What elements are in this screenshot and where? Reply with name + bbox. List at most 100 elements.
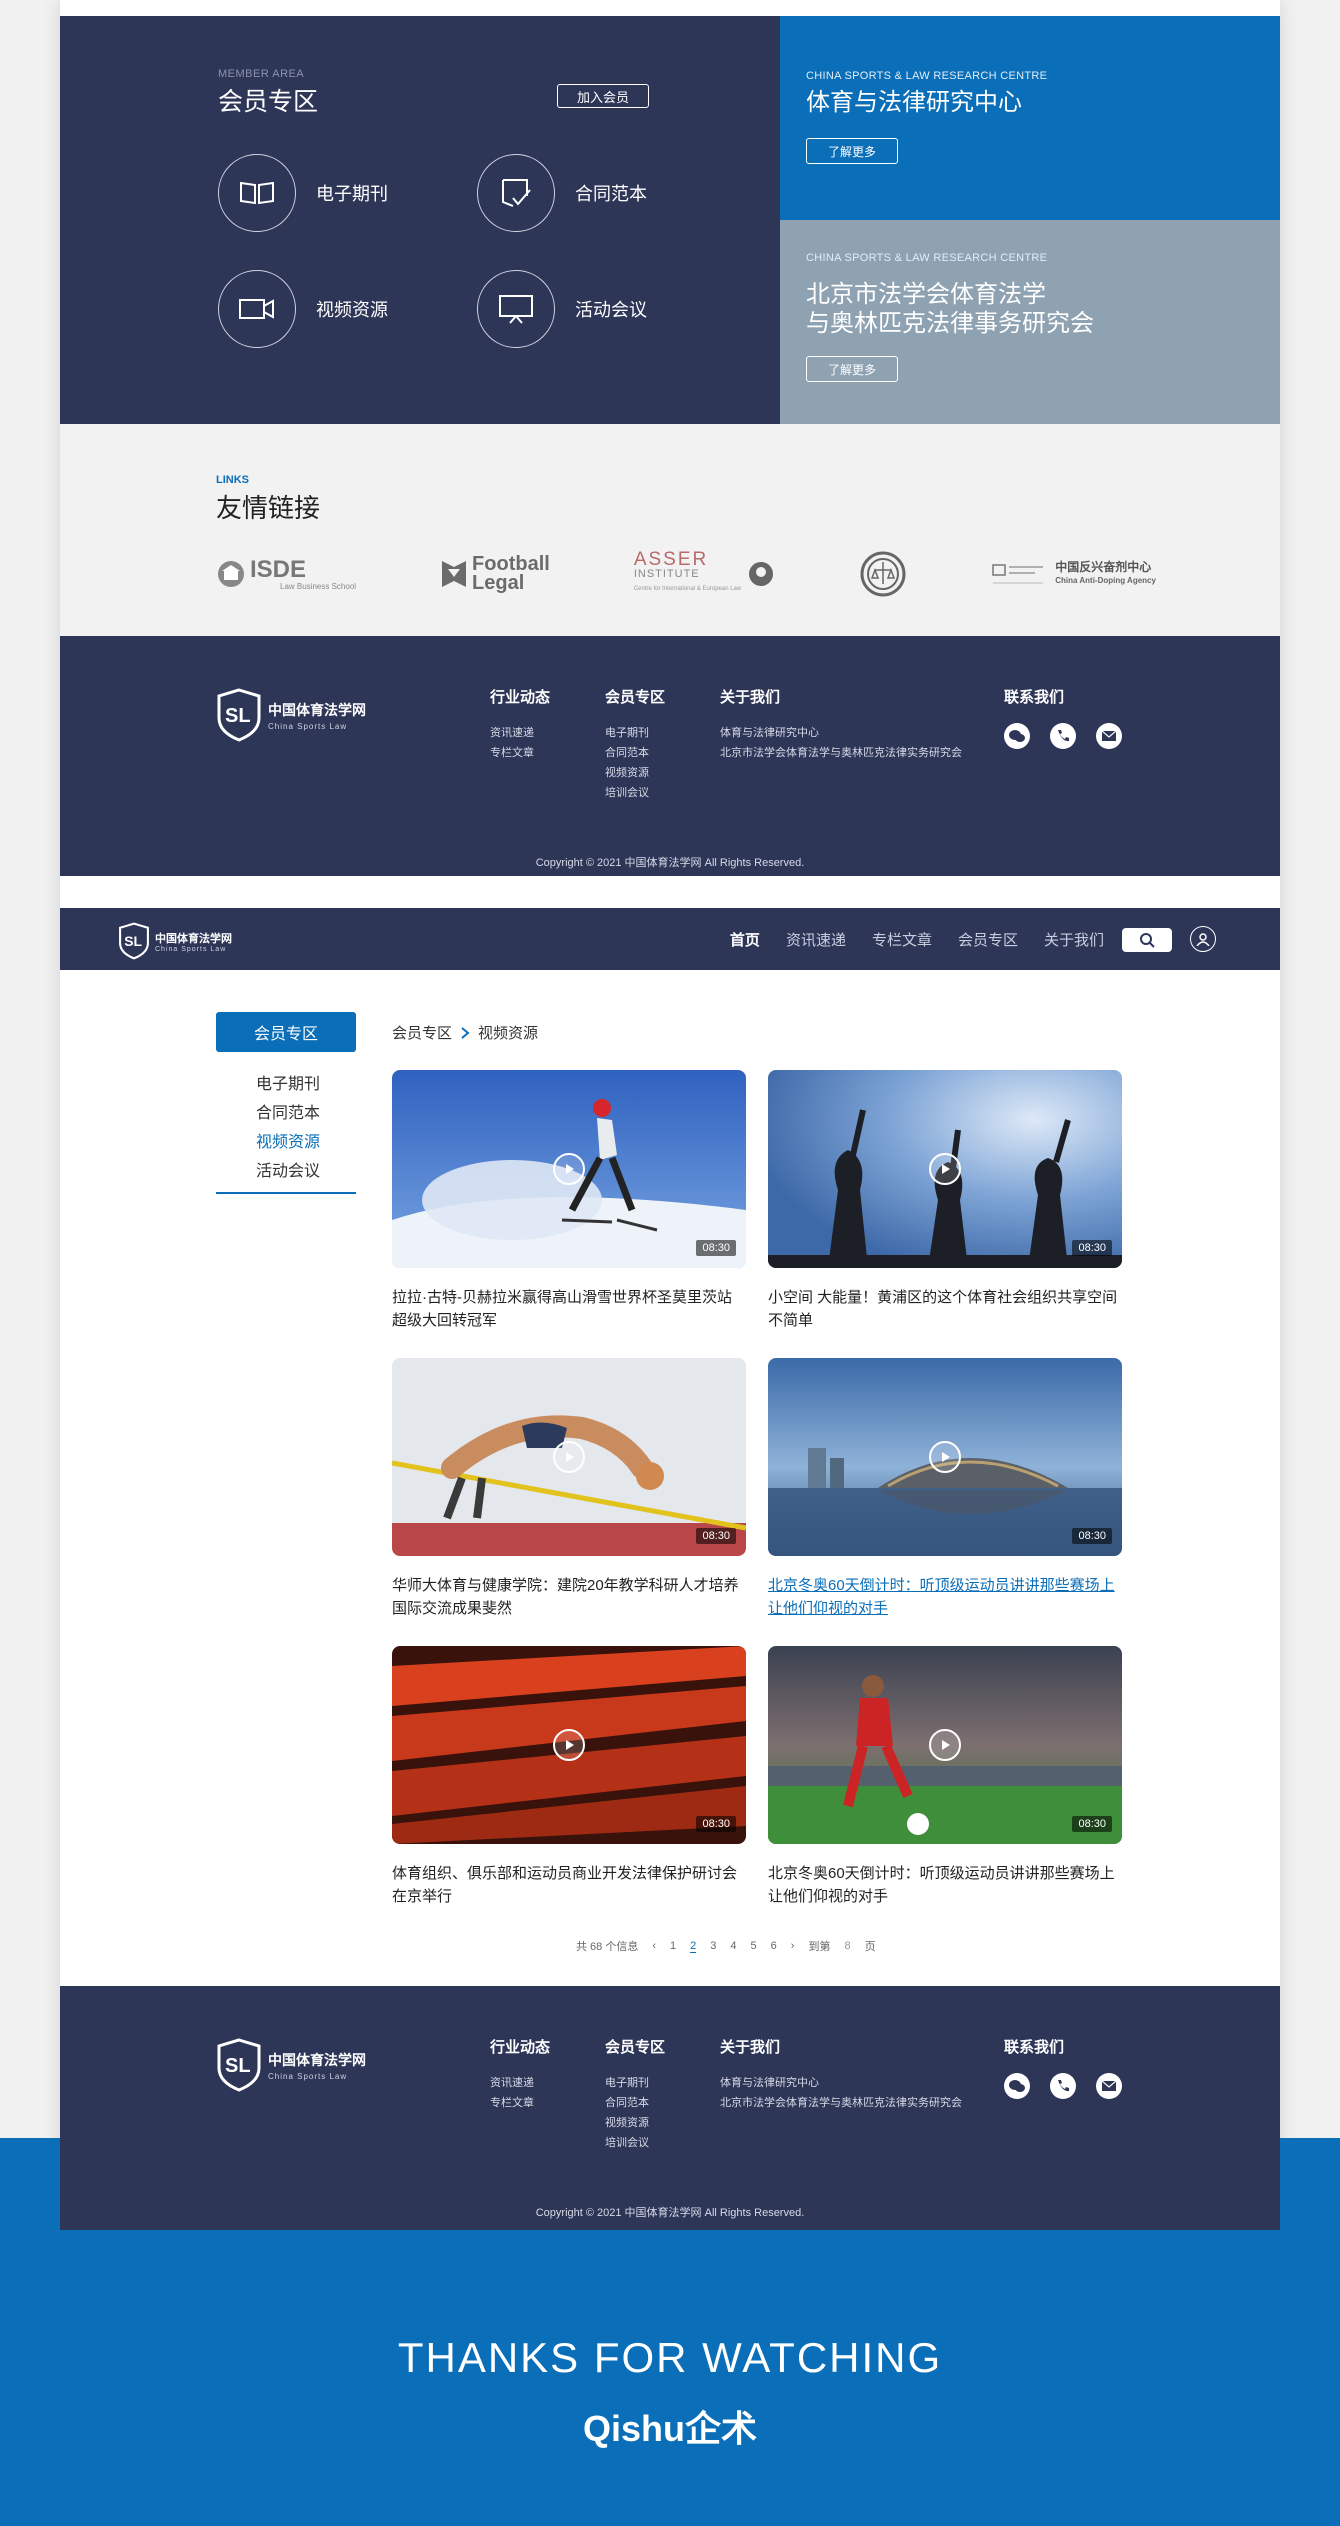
video-thumbnail[interactable]: 08:30 <box>392 1646 746 1844</box>
video-title[interactable]: 北京冬奥60天倒计时：听顶级运动员讲讲那些赛场上让他们仰视的对手 <box>768 1574 1122 1620</box>
footer-logo[interactable]: SL 中国体育法学网 China Sports Law <box>216 688 366 742</box>
video-thumbnail[interactable]: 08:30 <box>392 1358 746 1556</box>
pagination-page[interactable]: 4 <box>730 1940 736 1952</box>
footer-link[interactable]: 体育与法律研究中心 <box>720 723 962 743</box>
pagination-total: 共 68 个信息 <box>576 1941 639 1953</box>
video-card[interactable]: 08:30 华师大体育与健康学院：建院20年教学科研人才培养国际交流成果斐然 <box>392 1358 746 1620</box>
play-icon <box>553 1441 585 1473</box>
nav-news[interactable]: 资讯速递 <box>786 929 846 950</box>
nav-home[interactable]: 首页 <box>730 929 760 950</box>
footer-link[interactable]: 视频资源 <box>605 763 665 783</box>
user-button[interactable] <box>1190 926 1216 952</box>
footer-col-member: 会员专区 电子期刊 合同范本 视频资源 培训会议 <box>605 2036 665 2153</box>
brand-logo: Qishu企术 <box>582 2408 757 2449</box>
video-title[interactable]: 拉拉·古特-贝赫拉米赢得高山滑雪世界杯圣莫里茨站超级大回转冠军 <box>392 1286 746 1332</box>
asser-subtitle: Centre for International & European Law <box>633 585 742 592</box>
chinada-en-name: China Anti-Doping Agency <box>1055 576 1156 585</box>
footer-link[interactable]: 资讯速递 <box>490 2073 550 2093</box>
isde-emblem-icon <box>218 561 244 587</box>
wechat-icon[interactable] <box>1004 723 1030 749</box>
member-item-meeting[interactable]: 活动会议 <box>477 270 647 348</box>
video-card[interactable]: 08:30 体育组织、俱乐部和运动员商业开发法律保护研讨会在京举行 <box>392 1646 746 1908</box>
video-card[interactable]: 08:30 北京冬奥60天倒计时：听顶级运动员讲讲那些赛场上让他们仰视的对手 <box>768 1358 1122 1620</box>
sports-law-seal-logo[interactable] <box>859 550 907 598</box>
video-thumbnail[interactable]: 08:30 <box>768 1070 1122 1268</box>
footer-col-about: 关于我们 体育与法律研究中心 北京市法学会体育法学与奥林匹克法律实务研究会 <box>720 686 962 763</box>
nav-member[interactable]: 会员专区 <box>958 929 1018 950</box>
pagination-page[interactable]: 6 <box>771 1940 777 1952</box>
footer-link[interactable]: 合同范本 <box>605 2093 665 2113</box>
footer-link[interactable]: 体育与法律研究中心 <box>720 2073 962 2093</box>
video-thumbnail[interactable]: 08:30 <box>768 1646 1122 1844</box>
footer-col-title: 联系我们 <box>1004 2039 1065 2056</box>
footer-link[interactable]: 北京市法学会体育法学与奥林匹克法律实务研究会 <box>720 2093 962 2113</box>
member-item-video[interactable]: 视频资源 <box>218 270 388 348</box>
footer-col-about: 关于我们 体育与法律研究中心 北京市法学会体育法学与奥林匹克法律实务研究会 <box>720 2036 962 2113</box>
isde-logo[interactable]: ISDE Law Business School <box>216 557 356 591</box>
footer-link[interactable]: 资讯速递 <box>490 723 550 743</box>
member-item-contract[interactable]: 合同范本 <box>477 154 647 232</box>
pagination-prev[interactable]: ‹ <box>652 1940 656 1952</box>
footer-link[interactable]: 合同范本 <box>605 743 665 763</box>
footer-link[interactable]: 电子期刊 <box>605 2073 665 2093</box>
member-item-journal[interactable]: 电子期刊 <box>218 154 388 232</box>
video-title[interactable]: 体育组织、俱乐部和运动员商业开发法律保护研讨会在京举行 <box>392 1862 746 1908</box>
svg-text:SL: SL <box>225 705 251 727</box>
play-icon <box>929 1153 961 1185</box>
footer-link[interactable]: 培训会议 <box>605 783 665 803</box>
video-card[interactable]: 08:30 小空间 大能量！黄浦区的这个体育社会组织共享空间不简单 <box>768 1070 1122 1332</box>
video-thumbnail[interactable]: 08:30 <box>392 1070 746 1268</box>
pagination-goto-label: 到第 <box>808 1941 831 1953</box>
sidebar-item-journal[interactable]: 电子期刊 <box>256 1070 320 1094</box>
breadcrumb-parent[interactable]: 会员专区 <box>392 1022 452 1043</box>
sidebar-item-contract[interactable]: 合同范本 <box>256 1099 320 1123</box>
footer-link[interactable]: 电子期刊 <box>605 723 665 743</box>
video-duration: 08:30 <box>1072 1240 1112 1256</box>
learn-more-button[interactable]: 了解更多 <box>806 138 898 164</box>
footer-link[interactable]: 专栏文章 <box>490 2093 550 2113</box>
video-card[interactable]: 08:30 北京冬奥60天倒计时：听顶级运动员讲讲那些赛场上让他们仰视的对手 <box>768 1646 1122 1908</box>
pagination-page[interactable]: 1 <box>670 1940 676 1952</box>
nav-about[interactable]: 关于我们 <box>1044 929 1104 950</box>
sidebar-item-video[interactable]: 视频资源 <box>256 1128 320 1152</box>
search-button[interactable] <box>1122 928 1172 952</box>
sidebar-item-meeting[interactable]: 活动会议 <box>256 1157 320 1181</box>
footer-col-industry: 行业动态 资讯速递 专栏文章 <box>490 2036 550 2113</box>
research-subtitle: CHINA SPORTS & LAW RESEARCH CENTRE <box>806 252 1048 264</box>
footer-link[interactable]: 培训会议 <box>605 2133 665 2153</box>
email-icon[interactable] <box>1096 723 1122 749</box>
footer-link[interactable]: 北京市法学会体育法学与奥林匹克法律实务研究会 <box>720 743 962 763</box>
footer-link[interactable]: 专栏文章 <box>490 743 550 763</box>
pagination-next[interactable]: › <box>791 1940 795 1952</box>
pagination-page[interactable]: 5 <box>751 1940 757 1952</box>
footer-link[interactable]: 视频资源 <box>605 2113 665 2133</box>
research-centre-panel: CHINA SPORTS & LAW RESEARCH CENTRE 体育与法律… <box>780 16 1280 220</box>
video-card[interactable]: 08:30 拉拉·古特-贝赫拉米赢得高山滑雪世界杯圣莫里茨站超级大回转冠军 <box>392 1070 746 1332</box>
video-title[interactable]: 北京冬奥60天倒计时：听顶级运动员讲讲那些赛场上让他们仰视的对手 <box>768 1862 1122 1908</box>
sidebar-head[interactable]: 会员专区 <box>216 1012 356 1052</box>
pagination-goto-input[interactable]: 8 <box>844 1940 850 1952</box>
football-legal-logo[interactable]: Football Legal <box>440 554 550 593</box>
pagination-page-current[interactable]: 2 <box>690 1940 697 1953</box>
phone-icon[interactable] <box>1050 723 1076 749</box>
email-icon[interactable] <box>1096 2073 1122 2099</box>
nav-logo[interactable]: SL 中国体育法学网 China Sports Law <box>118 922 232 960</box>
member-item-label: 活动会议 <box>575 300 647 320</box>
video-thumbnail[interactable]: 08:30 <box>768 1358 1122 1556</box>
learn-more-button[interactable]: 了解更多 <box>806 356 898 382</box>
join-member-button[interactable]: 加入会员 <box>557 84 649 108</box>
footer-logo[interactable]: SL 中国体育法学网 China Sports Law <box>216 2038 366 2092</box>
links-section: LINKS 友情链接 ISDE Law Business School Foot… <box>60 424 1280 636</box>
video-title[interactable]: 华师大体育与健康学院：建院20年教学科研人才培养国际交流成果斐然 <box>392 1574 746 1620</box>
pagination: 共 68 个信息 ‹ 1 2 3 4 5 6 › 到第 8 页 <box>576 1938 876 1954</box>
phone-icon[interactable] <box>1050 2073 1076 2099</box>
chinada-cn-name: 中国反兴奋剂中心 <box>1055 560 1152 574</box>
sidebar-divider <box>216 1192 356 1194</box>
asser-institute-logo[interactable]: ASSER INSTITUTE Centre for International… <box>633 550 775 597</box>
pagination-page[interactable]: 3 <box>710 1940 716 1952</box>
wechat-icon[interactable] <box>1004 2073 1030 2099</box>
nav-columns[interactable]: 专栏文章 <box>872 929 932 950</box>
china-anti-doping-logo[interactable]: 中国反兴奋剂中心 China Anti-Doping Agency <box>991 557 1156 591</box>
thanks-title: THANKS FOR WATCHING <box>397 2334 943 2381</box>
video-title[interactable]: 小空间 大能量！黄浦区的这个体育社会组织共享空间不简单 <box>768 1286 1122 1332</box>
